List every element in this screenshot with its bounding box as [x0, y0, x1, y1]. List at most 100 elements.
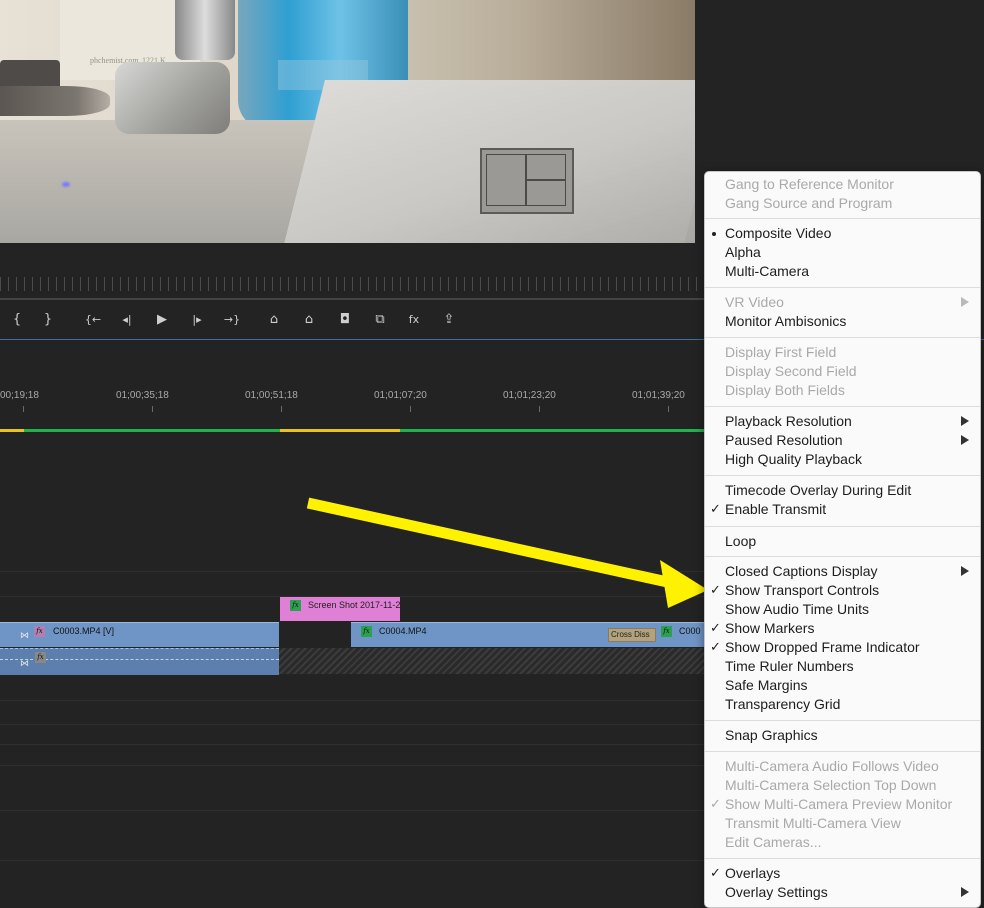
menu-item-label: VR Video — [725, 294, 784, 310]
menu-item-snap-graphics[interactable]: Snap Graphics — [705, 726, 980, 745]
track-divider — [0, 571, 705, 572]
menu-item-multi-camera[interactable]: Multi-Camera — [705, 262, 980, 281]
transition-effect[interactable]: Cross Diss — [608, 628, 656, 642]
video-led — [62, 182, 70, 187]
menu-item-safe-margins[interactable]: Safe Margins — [705, 676, 980, 695]
menu-separator — [705, 751, 980, 752]
play-icon[interactable]: ▶ — [151, 310, 173, 330]
menu-item-label: Display First Field — [725, 344, 837, 360]
menu-item-label: Timecode Overlay During Edit — [725, 482, 912, 498]
menu-item-playback-resolution[interactable]: Playback Resolution — [705, 412, 980, 431]
fx-badge-icon: fx — [661, 626, 672, 637]
menu-item-label: Paused Resolution — [725, 432, 843, 448]
track-divider — [0, 765, 705, 766]
menu-separator — [705, 475, 980, 476]
menu-item-monitor-ambisonics[interactable]: Monitor Ambisonics — [705, 312, 980, 331]
step-back-icon[interactable]: ◂| — [116, 310, 138, 330]
menu-item-label: Show Multi-Camera Preview Monitor — [725, 796, 953, 812]
menu-item-label: Composite Video — [725, 225, 832, 241]
menu-item-overlay-settings[interactable]: Overlay Settings — [705, 883, 980, 902]
track-divider — [0, 744, 705, 745]
menu-item-multi-camera-audio-follows-video: Multi-Camera Audio Follows Video — [705, 757, 980, 776]
program-monitor-settings-menu: Gang to Reference Monitor Gang Source and… — [704, 171, 981, 908]
menu-item-transparency-grid[interactable]: Transparency Grid — [705, 695, 980, 714]
menu-separator — [705, 337, 980, 338]
menu-item-vr-video: VR Video — [705, 293, 980, 312]
timecode-label: 01;00;51;18 — [245, 390, 298, 401]
menu-item-label: Display Second Field — [725, 363, 857, 379]
graphic-clip[interactable]: fx Screen Shot 2017-11-2 — [280, 597, 400, 621]
menu-item-label: Multi-Camera — [725, 263, 810, 279]
lift-icon[interactable]: ⌂ — [263, 310, 285, 330]
menu-item-label: Closed Captions Display — [725, 563, 878, 579]
mark-out-icon[interactable]: } — [37, 310, 59, 330]
menu-item-multi-camera-selection-top-down: Multi-Camera Selection Top Down — [705, 776, 980, 795]
menu-item-show-audio-time-units[interactable]: Show Audio Time Units — [705, 600, 980, 619]
ruler-tick — [410, 406, 411, 412]
clip-name: C0003.MP4 [V] — [53, 626, 115, 636]
menu-item-composite-video[interactable]: Composite Video — [705, 224, 980, 243]
empty-track-area — [279, 648, 705, 674]
timecode-label: 01;01;23;20 — [503, 390, 556, 401]
menu-item-high-quality-playback[interactable]: High Quality Playback — [705, 450, 980, 469]
menu-item-label: Playback Resolution — [725, 413, 852, 429]
menu-separator — [705, 406, 980, 407]
checkmark-icon: ✓ — [710, 797, 721, 812]
menu-separator — [705, 556, 980, 557]
ruler-tick — [152, 406, 153, 412]
export-frame-icon[interactable]: ◘ — [334, 310, 356, 330]
ruler-tick — [539, 406, 540, 412]
menu-item-closed-captions-display[interactable]: Closed Captions Display — [705, 562, 980, 581]
video-metal-cap — [175, 0, 235, 60]
menu-item-label: Gang to Reference Monitor — [725, 176, 894, 192]
menu-item-time-ruler-numbers[interactable]: Time Ruler Numbers — [705, 657, 980, 676]
menu-item-label: Transparency Grid — [725, 696, 841, 712]
transition-name: Cross Diss — [611, 630, 650, 639]
bowtie-marker-icon: ⋈ — [20, 658, 29, 668]
go-to-in-icon[interactable]: {← — [82, 310, 104, 330]
menu-item-show-transport-controls[interactable]: ✓ Show Transport Controls — [705, 581, 980, 600]
timeline-time-ruler[interactable]: 00;19;18 01;00;35;18 01;00;51;18 01;01;0… — [0, 390, 705, 404]
ruler-tick — [668, 406, 669, 412]
menu-item-loop[interactable]: Loop — [705, 532, 980, 551]
menu-item-label: Show Markers — [725, 620, 815, 636]
extract-icon[interactable]: ⌂ — [298, 310, 320, 330]
menu-item-label: Show Transport Controls — [725, 582, 880, 598]
menu-item-alpha[interactable]: Alpha — [705, 243, 980, 262]
track-divider — [0, 700, 705, 701]
menu-item-overlays[interactable]: ✓ Overlays — [705, 864, 980, 883]
checkmark-icon: ✓ — [710, 621, 721, 636]
menu-item-show-dropped-frame-indicator[interactable]: ✓ Show Dropped Frame Indicator — [705, 638, 980, 657]
render-bar-yellow — [280, 429, 400, 432]
menu-item-show-markers[interactable]: ✓ Show Markers — [705, 619, 980, 638]
step-forward-icon[interactable]: |▸ — [186, 310, 208, 330]
fx-icon[interactable]: fx — [403, 310, 425, 330]
export-icon[interactable]: ⇪ — [438, 310, 460, 330]
menu-item-label: Time Ruler Numbers — [725, 658, 854, 674]
menu-item-enable-transmit[interactable]: ✓ Enable Transmit — [705, 500, 980, 519]
menu-item-edit-cameras: Edit Cameras... — [705, 833, 980, 852]
go-to-out-icon[interactable]: →} — [221, 310, 243, 330]
menu-item-label: Edit Cameras... — [725, 834, 822, 850]
mark-in-icon[interactable]: { — [6, 310, 28, 330]
menu-item-transmit-multi-camera-view: Transmit Multi-Camera View — [705, 814, 980, 833]
menu-item-label: Overlays — [725, 865, 781, 881]
menu-item-gang-to-reference-monitor: Gang to Reference Monitor — [705, 175, 980, 194]
menu-separator — [705, 218, 980, 219]
submenu-arrow-icon — [961, 416, 969, 426]
menu-item-display-first-field: Display First Field — [705, 343, 980, 362]
video-clip[interactable]: fx C0003.MP4 [V] — [0, 622, 279, 647]
program-playhead-bar[interactable] — [0, 298, 705, 300]
checkmark-icon: ✓ — [710, 502, 721, 517]
menu-item-timecode-overlay-during-edit[interactable]: Timecode Overlay During Edit — [705, 481, 980, 500]
submenu-arrow-icon — [961, 435, 969, 445]
video-device-pad — [480, 148, 574, 214]
checkmark-icon: ✓ — [710, 866, 721, 881]
menu-item-label: Show Audio Time Units — [725, 601, 869, 617]
menu-item-paused-resolution[interactable]: Paused Resolution — [705, 431, 980, 450]
render-bar-yellow — [0, 429, 24, 432]
timecode-label: 01;01;39;20 — [632, 390, 685, 401]
menu-item-label: Overlay Settings — [725, 884, 828, 900]
comparison-view-icon[interactable]: ⧉ — [369, 310, 391, 330]
program-time-ruler[interactable] — [0, 277, 705, 291]
